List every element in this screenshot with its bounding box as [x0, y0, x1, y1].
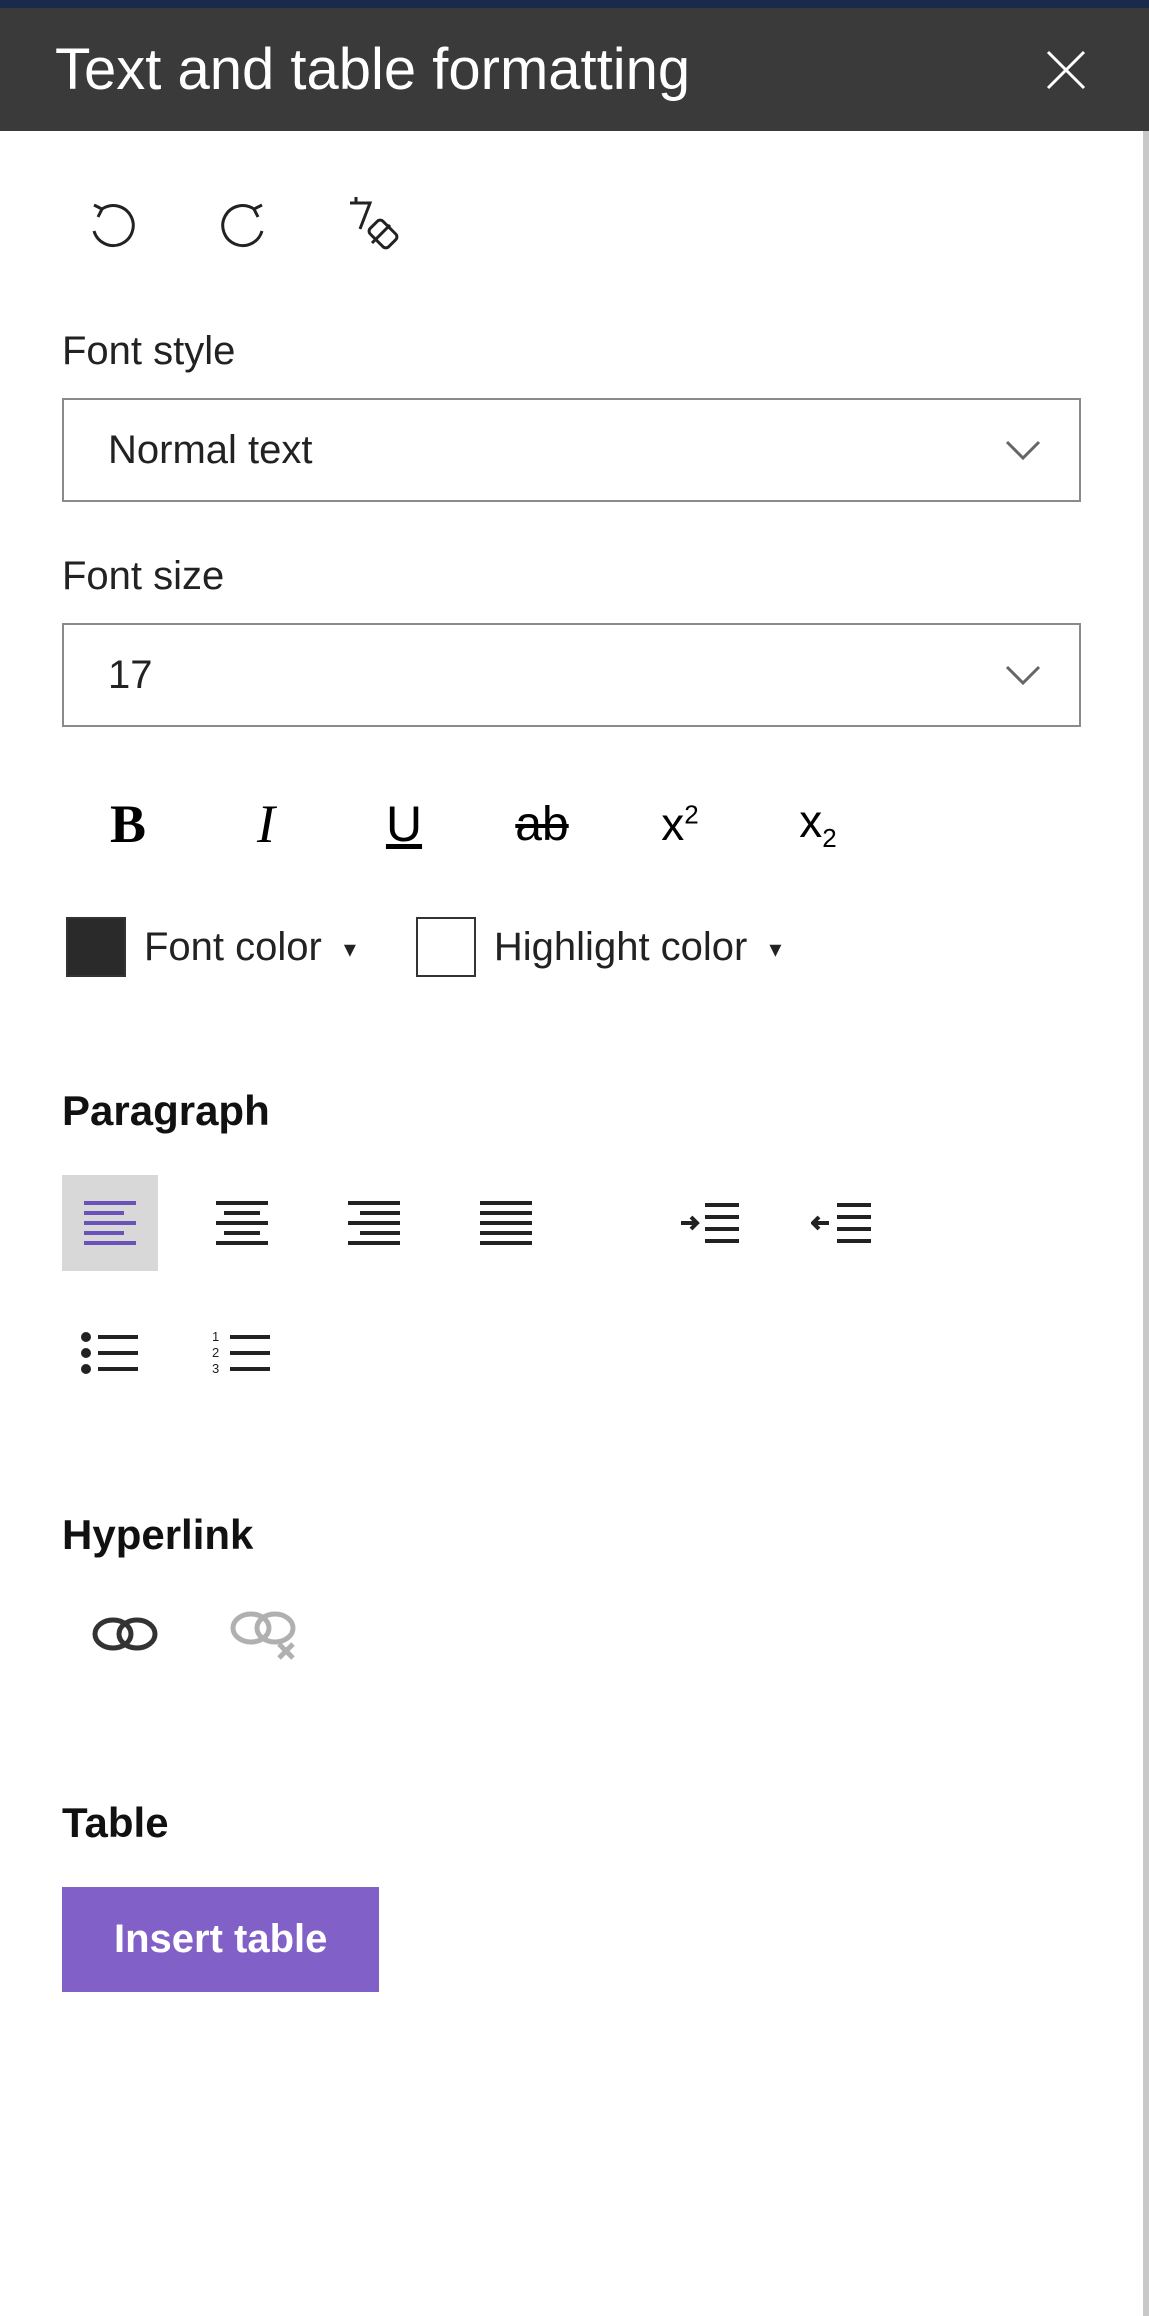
- italic-icon: I: [257, 793, 275, 855]
- panel-header: Text and table formatting: [0, 8, 1149, 131]
- clear-formatting-icon: [342, 195, 404, 257]
- superscript-button[interactable]: x2: [632, 779, 728, 869]
- align-justify-icon: [478, 1199, 534, 1247]
- paragraph-row-1: [62, 1175, 1081, 1271]
- strikethrough-button[interactable]: ab: [494, 779, 590, 869]
- panel-body: Font style Normal text Font size 17 B I …: [0, 131, 1149, 2316]
- redo-button[interactable]: [210, 193, 276, 259]
- indent-decrease-icon: [811, 1199, 873, 1247]
- indent-decrease-button[interactable]: [794, 1175, 890, 1271]
- window-top-strip: [0, 0, 1149, 8]
- color-row: Font color ▾ Highlight color ▾: [62, 917, 1081, 977]
- top-action-row: [62, 193, 1081, 259]
- svg-text:2: 2: [212, 1345, 219, 1360]
- font-size-select[interactable]: 17: [62, 623, 1081, 727]
- align-center-icon: [214, 1199, 270, 1247]
- bulleted-list-button[interactable]: [62, 1305, 158, 1401]
- highlight-color-label: Highlight color: [494, 925, 747, 970]
- italic-button[interactable]: I: [218, 779, 314, 869]
- bulleted-list-icon: [80, 1329, 140, 1377]
- highlight-color-button[interactable]: Highlight color ▾: [416, 917, 782, 977]
- subscript-button[interactable]: x2: [770, 779, 866, 869]
- align-right-icon: [346, 1199, 402, 1247]
- caret-down-icon: ▾: [769, 931, 781, 964]
- insert-link-button[interactable]: [80, 1599, 170, 1669]
- close-button[interactable]: [1038, 42, 1094, 98]
- link-icon: [89, 1610, 161, 1658]
- bold-button[interactable]: B: [80, 779, 176, 869]
- align-justify-button[interactable]: [458, 1175, 554, 1271]
- font-color-button[interactable]: Font color ▾: [66, 917, 356, 977]
- chevron-down-icon: [1003, 438, 1043, 462]
- paragraph-row-2: 1 2 3: [62, 1305, 1081, 1401]
- align-center-button[interactable]: [194, 1175, 290, 1271]
- undo-icon: [84, 197, 142, 255]
- highlight-color-swatch: [416, 917, 476, 977]
- table-section-label: Table: [62, 1799, 1081, 1847]
- remove-link-button: [218, 1599, 308, 1669]
- font-style-select[interactable]: Normal text: [62, 398, 1081, 502]
- underline-icon: U: [386, 795, 422, 853]
- paragraph-section-label: Paragraph: [62, 1087, 1081, 1135]
- align-left-button[interactable]: [62, 1175, 158, 1271]
- numbered-list-button[interactable]: 1 2 3: [194, 1305, 290, 1401]
- superscript-icon: x2: [661, 797, 698, 851]
- caret-down-icon: ▾: [344, 931, 356, 964]
- paragraph-rows: 1 2 3: [62, 1175, 1081, 1401]
- numbered-list-icon: 1 2 3: [212, 1329, 272, 1377]
- redo-icon: [214, 197, 272, 255]
- font-size-label: Font size: [62, 554, 1081, 599]
- font-color-label: Font color: [144, 925, 322, 970]
- font-style-value: Normal text: [108, 428, 313, 473]
- svg-text:1: 1: [212, 1329, 219, 1344]
- underline-button[interactable]: U: [356, 779, 452, 869]
- font-size-value: 17: [108, 653, 153, 698]
- align-right-button[interactable]: [326, 1175, 422, 1271]
- subscript-icon: x2: [799, 794, 836, 854]
- chevron-down-icon: [1003, 663, 1043, 687]
- hyperlink-section-label: Hyperlink: [62, 1511, 1081, 1559]
- text-style-row: B I U ab x2 x2: [62, 779, 1081, 869]
- font-style-label: Font style: [62, 329, 1081, 374]
- close-icon: [1042, 46, 1090, 94]
- align-left-icon: [82, 1199, 138, 1247]
- panel-title: Text and table formatting: [55, 36, 690, 103]
- indent-increase-icon: [679, 1199, 741, 1247]
- unlink-icon: [227, 1606, 299, 1662]
- indent-increase-button[interactable]: [662, 1175, 758, 1271]
- hyperlink-row: [62, 1599, 1081, 1669]
- clear-formatting-button[interactable]: [340, 193, 406, 259]
- bold-icon: B: [110, 793, 146, 855]
- insert-table-button[interactable]: Insert table: [62, 1887, 379, 1992]
- strikethrough-icon: ab: [515, 797, 568, 852]
- undo-button[interactable]: [80, 193, 146, 259]
- svg-text:3: 3: [212, 1361, 219, 1376]
- font-color-swatch: [66, 917, 126, 977]
